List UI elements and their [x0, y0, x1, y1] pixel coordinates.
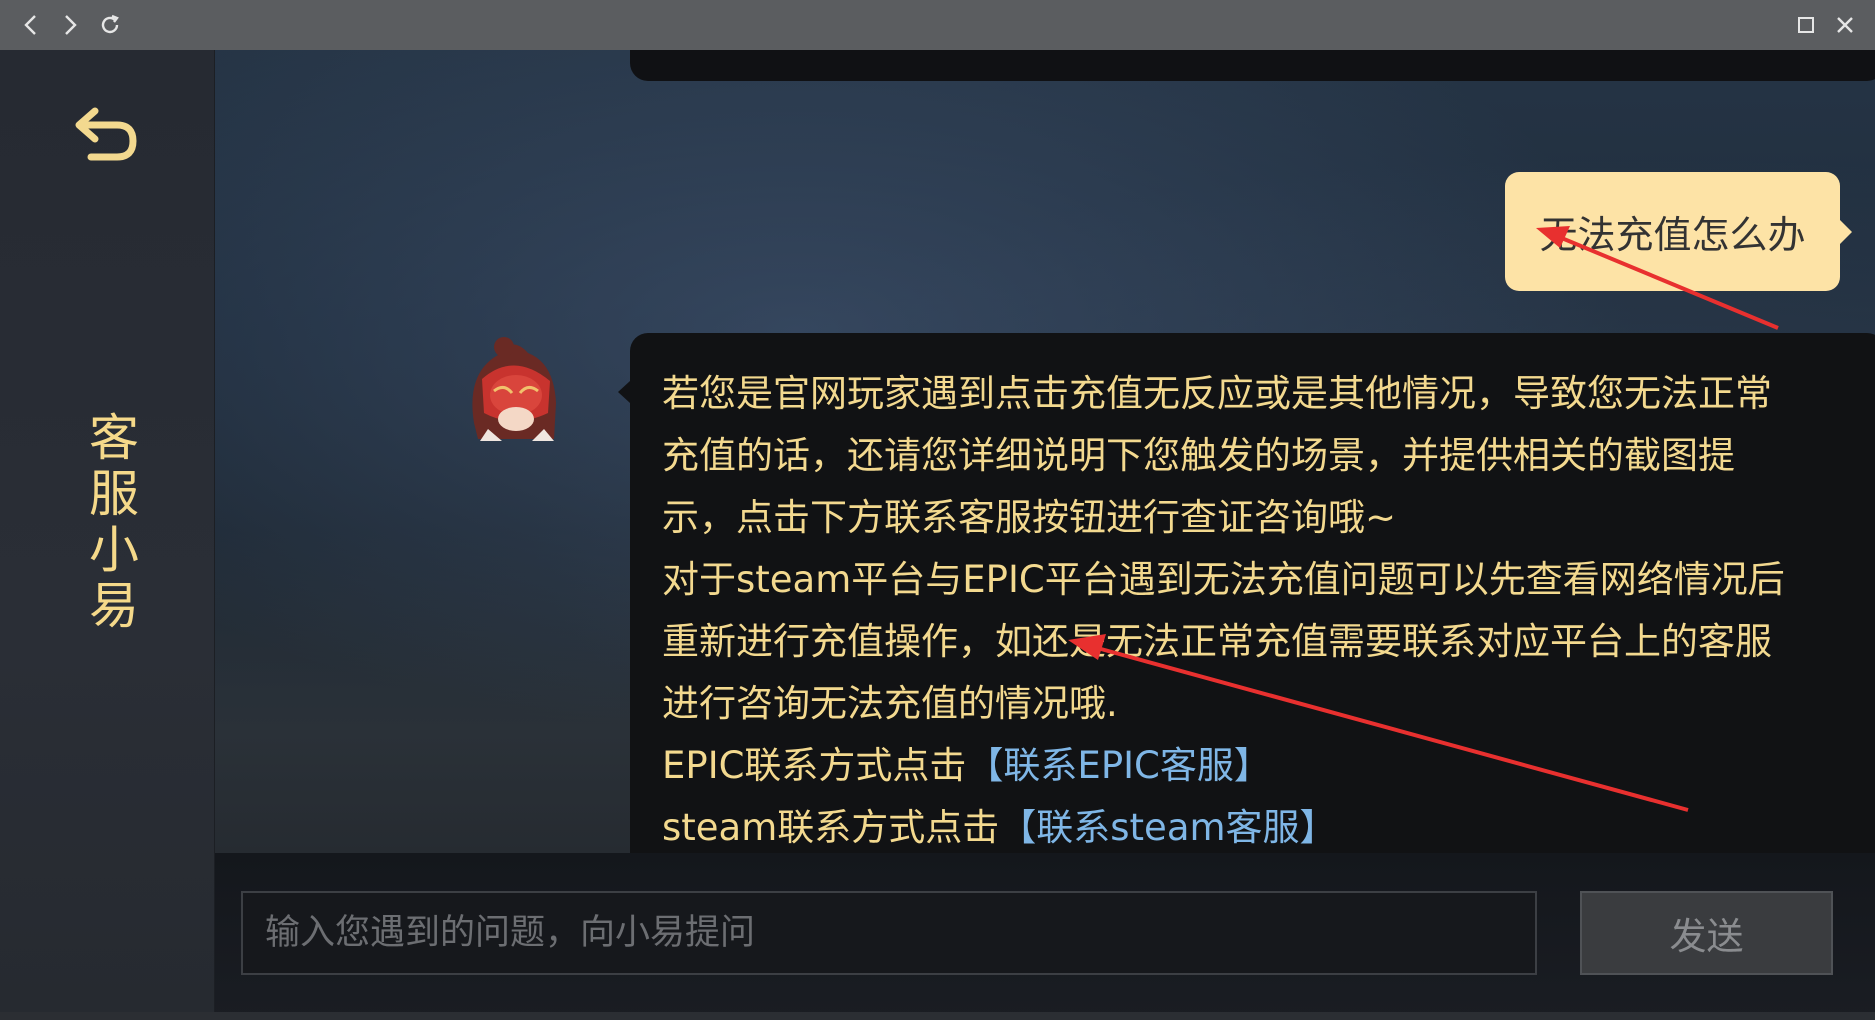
epic-contact-prefix: EPIC联系方式点击 — [662, 744, 967, 787]
user-message-text: 无法充值怎么办 — [1539, 213, 1806, 257]
sidebar-title-char: 客 — [89, 409, 139, 467]
message-input-bar: 发送 — [215, 853, 1875, 1020]
sidebar-title-char: 小 — [89, 521, 139, 579]
steam-contact-line: steam联系方式点击【联系steam客服】 — [662, 797, 1853, 853]
sidebar-title: 客 服 小 易 — [0, 410, 228, 634]
chat-history[interactable]: 无法充值怎么办 若您是官网玩家遇到点击充值无反应或是其他情况，导致您无法正常 充… — [215, 50, 1875, 853]
back-button[interactable] — [72, 100, 142, 170]
bot-avatar — [458, 333, 568, 443]
customer-service-window: 客 服 小 易 无法充值怎么办 若您是官网玩家遇到点击充值无反应或是其他情况，导… — [0, 0, 1875, 1020]
steam-support-link[interactable]: 【联系steam客服】 — [999, 806, 1336, 849]
send-button[interactable]: 发送 — [1580, 891, 1833, 975]
window-titlebar — [0, 0, 1875, 51]
bot-message-line: 示，点击下方联系客服按钮进行查证咨询哦~ — [662, 496, 1397, 539]
reload-icon[interactable] — [93, 8, 127, 42]
epic-contact-line: EPIC联系方式点击【联系EPIC客服】 — [662, 735, 1853, 797]
bot-message-line: 进行咨询无法充值的情况哦. — [662, 682, 1118, 725]
return-arrow-icon — [75, 107, 137, 161]
chevron-left-icon[interactable] — [14, 8, 48, 42]
maximize-icon[interactable] — [1789, 8, 1823, 42]
sidebar-title-char: 易 — [89, 577, 139, 635]
bot-message-line: 对于steam平台与EPIC平台遇到无法充值问题可以先查看网络情况后 — [662, 558, 1785, 601]
sidebar: 客 服 小 易 — [0, 50, 215, 1020]
user-message-bubble: 无法充值怎么办 — [1505, 172, 1852, 291]
bot-message-bubble: 若您是官网玩家遇到点击充值无反应或是其他情况，导致您无法正常 充值的话，还请您详… — [618, 333, 1875, 853]
bot-message-line: 充值的话，还请您详细说明下您触发的场景，并提供相关的截图提 — [662, 434, 1735, 477]
steam-contact-prefix: steam联系方式点击 — [662, 806, 1000, 849]
sidebar-title-char: 服 — [89, 465, 139, 523]
bot-message-line: 重新进行充值操作，如还是无法正常充值需要联系对应平台上的客服 — [662, 620, 1772, 663]
question-input[interactable] — [241, 891, 1537, 975]
epic-support-link[interactable]: 【联系EPIC客服】 — [966, 744, 1270, 787]
previous-message-bubble — [630, 50, 1875, 81]
chevron-right-icon[interactable] — [53, 8, 87, 42]
window-bottom-edge — [0, 1012, 1875, 1020]
bot-message-line: 若您是官网玩家遇到点击充值无反应或是其他情况，导致您无法正常 — [662, 372, 1772, 415]
close-icon[interactable] — [1828, 8, 1862, 42]
